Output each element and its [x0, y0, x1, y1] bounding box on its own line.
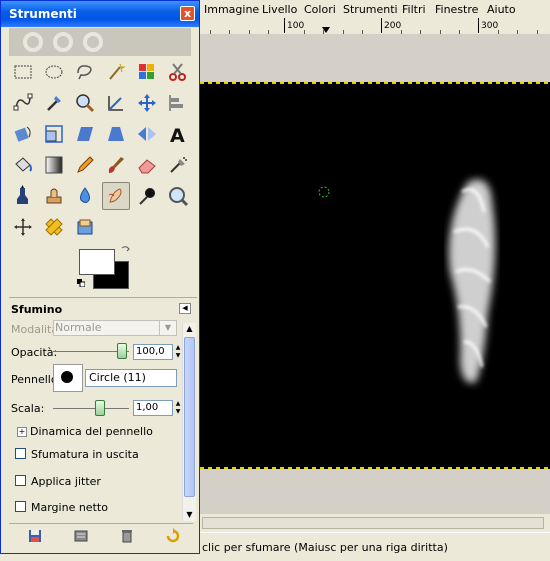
perspective-icon[interactable]: [102, 120, 130, 148]
options-scrollbar[interactable]: ▲ ▼: [182, 323, 196, 521]
rect-select-icon[interactable]: [9, 58, 37, 86]
smudge-icon[interactable]: [102, 182, 130, 210]
dynamics-expander[interactable]: Dinamica del pennello: [30, 425, 153, 438]
expand-icon[interactable]: +: [17, 427, 27, 437]
hard-edge-label: Margine netto: [31, 501, 108, 514]
shear-icon[interactable]: [71, 120, 99, 148]
menu-finestre[interactable]: Finestre: [435, 3, 478, 16]
brush-name-field[interactable]: Circle (11): [85, 369, 177, 387]
heal-icon[interactable]: [40, 213, 68, 241]
scale-spinner[interactable]: ▲ ▼: [174, 400, 182, 416]
close-button[interactable]: x: [180, 6, 195, 21]
brush-preview[interactable]: [53, 364, 83, 392]
opacity-spinner[interactable]: ▲ ▼: [174, 344, 182, 360]
tool-options-title: Sfumino: [11, 303, 63, 316]
canvas-area[interactable]: [200, 34, 550, 514]
ruler-tick-200: 200: [384, 21, 402, 31]
toolbox-titlebar[interactable]: Strumenti x: [1, 1, 199, 27]
scroll-thumb[interactable]: [184, 337, 195, 497]
brush-cursor: [318, 186, 330, 198]
fade-checkbox[interactable]: [15, 448, 26, 459]
scroll-up-icon[interactable]: ▲: [183, 323, 196, 335]
foreground-color-swatch[interactable]: [79, 249, 115, 275]
color-picker-icon[interactable]: [40, 89, 68, 117]
move-icon[interactable]: [133, 89, 161, 117]
opacity-input[interactable]: 100,0: [133, 344, 173, 360]
scissors-icon[interactable]: [164, 58, 192, 86]
menu-livello[interactable]: Livello: [262, 3, 297, 16]
toolbox-title: Strumenti: [9, 7, 77, 21]
blend-icon[interactable]: [40, 151, 68, 179]
mode-select: Normale ▼: [53, 320, 177, 336]
eraser-icon[interactable]: [133, 151, 161, 179]
ruler-pointer-marker: [322, 27, 330, 33]
align-icon[interactable]: [164, 89, 192, 117]
scroll-down-icon[interactable]: ▼: [183, 509, 196, 521]
text-icon[interactable]: A: [164, 120, 192, 148]
restore-options-icon[interactable]: [73, 528, 89, 544]
toolbox-window: Strumenti x A Sfumino ◀ Modalità: Normal…: [0, 0, 200, 554]
mode-value: Normale: [55, 321, 102, 334]
measure-icon[interactable]: [102, 89, 130, 117]
ruler-tick-100: 100: [287, 21, 305, 31]
options-bottom-bar: [9, 523, 193, 548]
image-canvas[interactable]: [200, 82, 550, 469]
flip-icon[interactable]: [133, 120, 161, 148]
menu-aiuto[interactable]: Aiuto: [487, 3, 516, 16]
swap-colors-icon[interactable]: [121, 245, 131, 255]
save-options-icon[interactable]: [27, 528, 43, 544]
fade-label: Sfumatura in uscita: [31, 448, 139, 461]
rotate-icon[interactable]: [9, 120, 37, 148]
hard-edge-checkbox[interactable]: [15, 501, 26, 512]
horizontal-ruler: 100 200 300: [200, 18, 550, 35]
bucket-fill-icon[interactable]: [9, 151, 37, 179]
scale-label: Scala:: [11, 402, 45, 415]
blur-sharpen-icon[interactable]: [71, 182, 99, 210]
delete-options-icon[interactable]: [119, 528, 135, 544]
fuzzy-paint-icon[interactable]: [71, 213, 99, 241]
wilber-banner: [9, 28, 191, 56]
airbrush-icon[interactable]: [164, 151, 192, 179]
select-by-color-icon[interactable]: [133, 58, 161, 86]
smudged-stroke: [318, 179, 496, 383]
horizontal-scrollbar[interactable]: [200, 514, 550, 530]
paintbrush-icon[interactable]: [102, 151, 130, 179]
ellipse-select-icon[interactable]: [40, 58, 68, 86]
magnify-icon[interactable]: [164, 182, 192, 210]
scale-slider-track[interactable]: [53, 408, 129, 409]
menu-immagine[interactable]: Immagine: [204, 3, 259, 16]
scale-icon[interactable]: [40, 120, 68, 148]
crop-move-icon[interactable]: [9, 213, 37, 241]
default-colors-icon[interactable]: [77, 279, 85, 287]
menu-filtri[interactable]: Filtri: [402, 3, 426, 16]
status-bar: clic per sfumare (Maiusc per una riga di…: [200, 532, 550, 561]
menu-colori[interactable]: Colori: [304, 3, 336, 16]
color-selector[interactable]: [77, 245, 133, 291]
zoom-icon[interactable]: [71, 89, 99, 117]
dodge-burn-icon[interactable]: [133, 182, 161, 210]
magic-wand-icon[interactable]: [102, 58, 130, 86]
tool-options-panel: Sfumino ◀ Modalità: Normale ▼ Opacità: 1…: [9, 297, 197, 524]
lasso-icon[interactable]: [71, 58, 99, 86]
opacity-slider-handle[interactable]: [117, 343, 127, 359]
panel-menu-arrow-icon[interactable]: ◀: [179, 303, 191, 314]
ink-icon[interactable]: [9, 182, 37, 210]
reset-options-icon[interactable]: [165, 528, 181, 544]
scale-slider-handle[interactable]: [95, 400, 105, 416]
scale-input[interactable]: 1,00: [133, 400, 173, 416]
ruler-tick-300: 300: [481, 21, 499, 31]
pencil-icon[interactable]: [71, 151, 99, 179]
jitter-checkbox[interactable]: [15, 475, 26, 486]
opacity-label: Opacità:: [11, 346, 58, 359]
jitter-label: Applica jitter: [31, 475, 101, 488]
paths-icon[interactable]: [9, 89, 37, 117]
status-text: clic per sfumare (Maiusc per una riga di…: [202, 541, 448, 554]
chevron-down-icon: ▼: [159, 321, 176, 335]
clone-icon[interactable]: [40, 182, 68, 210]
svg-text:A: A: [170, 125, 185, 145]
menu-strumenti[interactable]: Strumenti: [343, 3, 398, 16]
